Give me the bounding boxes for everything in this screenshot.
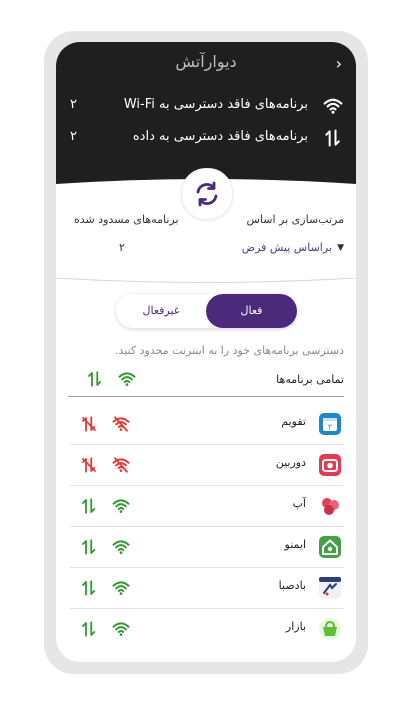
back-button[interactable]: › bbox=[336, 54, 342, 73]
wifi-icon[interactable] bbox=[112, 497, 130, 515]
data-arrows-icon[interactable] bbox=[80, 620, 98, 638]
wifi-blocked-icon[interactable] bbox=[112, 415, 130, 433]
all-apps-wifi-icon[interactable] bbox=[118, 370, 136, 388]
sort-label: مرتب‌سازی بر اساس bbox=[246, 213, 345, 226]
data-blocked-label: برنامه‌های فاقد دسترسی به داده bbox=[132, 129, 308, 144]
sort-dropdown[interactable]: براساس پیش فرض bbox=[242, 241, 332, 254]
camera-icon bbox=[319, 454, 341, 476]
app-row-calendar: ۲ تقویم bbox=[56, 404, 356, 445]
wifi-blocked-icon[interactable] bbox=[112, 456, 130, 474]
wifi-icon[interactable] bbox=[112, 579, 130, 597]
data-blocked-icon[interactable] bbox=[80, 415, 98, 433]
app-row-ap: آپ bbox=[56, 486, 356, 527]
ap-icon bbox=[322, 498, 339, 515]
tab-inactive[interactable]: غیرفعال bbox=[116, 294, 206, 328]
all-apps-divider bbox=[68, 396, 344, 397]
tab-active[interactable]: فعال bbox=[206, 294, 297, 328]
all-apps-label: تمامی برنامه‌ها bbox=[276, 373, 344, 386]
data-arrows-icon[interactable] bbox=[80, 538, 98, 556]
app-name: تقویم bbox=[281, 415, 306, 428]
status-toggle: غیرفعال فعال bbox=[116, 294, 297, 328]
data-arrows-icon[interactable] bbox=[80, 497, 98, 515]
app-name: آپ bbox=[292, 497, 306, 510]
hint-text: دسترسی برنامه‌های خود را به اینترنت محدو… bbox=[115, 344, 344, 357]
immuno-icon bbox=[319, 536, 341, 558]
wifi-icon[interactable] bbox=[112, 538, 130, 556]
app-row-bazaar: بازار bbox=[56, 609, 356, 650]
section-divider bbox=[56, 278, 356, 283]
page-title: دیوارآتش bbox=[175, 52, 237, 71]
data-blocked-count: ۲ bbox=[70, 129, 77, 144]
app-name: بادصبا bbox=[278, 579, 306, 592]
data-blocked-row: برنامه‌های فاقد دسترسی به داده ۲ bbox=[56, 126, 356, 150]
blocked-apps-label: برنامه‌های مسدود شده bbox=[74, 213, 179, 226]
bazaar-icon bbox=[319, 618, 341, 640]
app-row-immuno: ایمنو bbox=[56, 527, 356, 568]
badsaba-icon bbox=[319, 577, 341, 599]
data-blocked-icon[interactable] bbox=[80, 456, 98, 474]
wifi-icon bbox=[323, 98, 343, 114]
calendar-icon: ۲ bbox=[319, 413, 341, 435]
app-name: بازار bbox=[285, 620, 306, 633]
data-arrows-icon bbox=[325, 129, 340, 147]
app-name: ایمنو bbox=[284, 538, 306, 551]
firewall-screen: دیوارآتش › برنامه‌های فاقد دسترسی به Wi-… bbox=[56, 42, 356, 662]
wifi-icon[interactable] bbox=[112, 620, 130, 638]
app-row-camera: دوربین bbox=[56, 445, 356, 486]
chevron-down-icon[interactable]: ▼ bbox=[337, 243, 344, 253]
all-apps-data-icon[interactable] bbox=[86, 370, 104, 388]
blocked-apps-count: ۲ bbox=[119, 241, 125, 254]
wifi-blocked-row: برنامه‌های فاقد دسترسی به Wi-Fi ۲ bbox=[56, 94, 356, 118]
app-name: دوربین bbox=[275, 456, 306, 469]
wifi-blocked-count: ۲ bbox=[70, 97, 77, 112]
svg-text:۲: ۲ bbox=[328, 423, 332, 432]
sync-button[interactable] bbox=[181, 168, 233, 220]
wifi-blocked-label: برنامه‌های فاقد دسترسی به Wi-Fi bbox=[123, 97, 308, 112]
app-row-badsaba: بادصبا bbox=[56, 568, 356, 609]
data-arrows-icon[interactable] bbox=[80, 579, 98, 597]
sync-icon bbox=[196, 181, 218, 207]
